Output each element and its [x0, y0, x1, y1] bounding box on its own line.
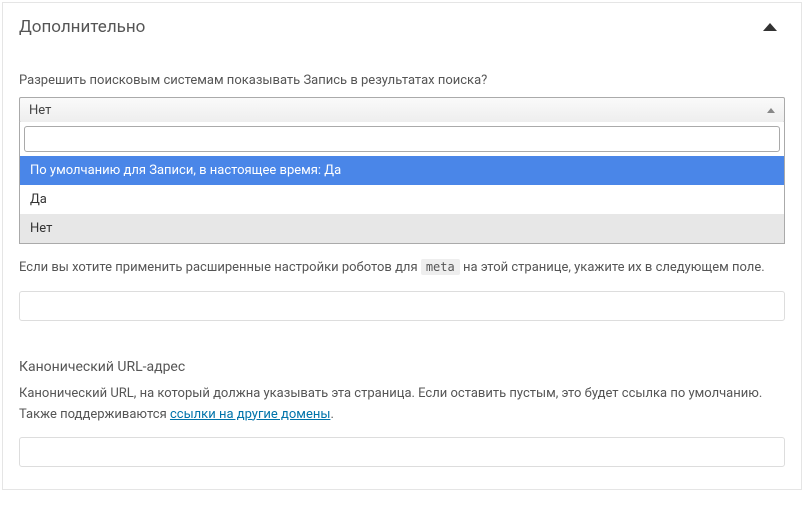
robots-help-after: на этой странице, укажите их в следующем… — [460, 260, 765, 275]
canonical-title: Канонический URL-адрес — [19, 359, 785, 375]
option-default[interactable]: По умолчанию для Записи, в настоящее вре… — [20, 156, 784, 185]
canonical-url-input[interactable] — [19, 437, 785, 467]
canonical-help-before: Канонический URL, на который должна указ… — [19, 386, 762, 422]
search-engines-select[interactable]: Нет — [19, 97, 785, 123]
select-value: Нет — [29, 103, 51, 118]
robots-help-before: Если вы хотите применить расширенные нас… — [19, 260, 421, 275]
search-engines-dropdown: По умолчанию для Записи, в настоящее вре… — [19, 122, 785, 244]
chevron-up-icon — [763, 23, 777, 31]
panel-title: Дополнительно — [19, 17, 145, 37]
search-engines-label: Разрешить поисковым системам показывать … — [19, 73, 785, 88]
dropdown-search-input[interactable] — [24, 126, 780, 152]
advanced-panel: Дополнительно Разрешить поисковым систем… — [2, 2, 802, 490]
dropdown-search-wrap — [20, 122, 784, 156]
robots-help-text: Если вы хотите применить расширенные нас… — [19, 258, 785, 279]
option-no[interactable]: Нет — [20, 214, 784, 243]
robots-meta-input[interactable] — [19, 291, 785, 321]
canonical-help-text: Канонический URL, на который должна указ… — [19, 384, 785, 426]
canonical-help-after: . — [330, 407, 333, 422]
robots-code: meta — [421, 259, 460, 275]
panel-header[interactable]: Дополнительно — [3, 3, 801, 51]
option-yes[interactable]: Да — [20, 185, 784, 214]
canonical-link[interactable]: ссылки на другие домены — [170, 407, 330, 422]
panel-body: Разрешить поисковым системам показывать … — [3, 73, 801, 489]
triangle-up-icon — [767, 108, 775, 113]
